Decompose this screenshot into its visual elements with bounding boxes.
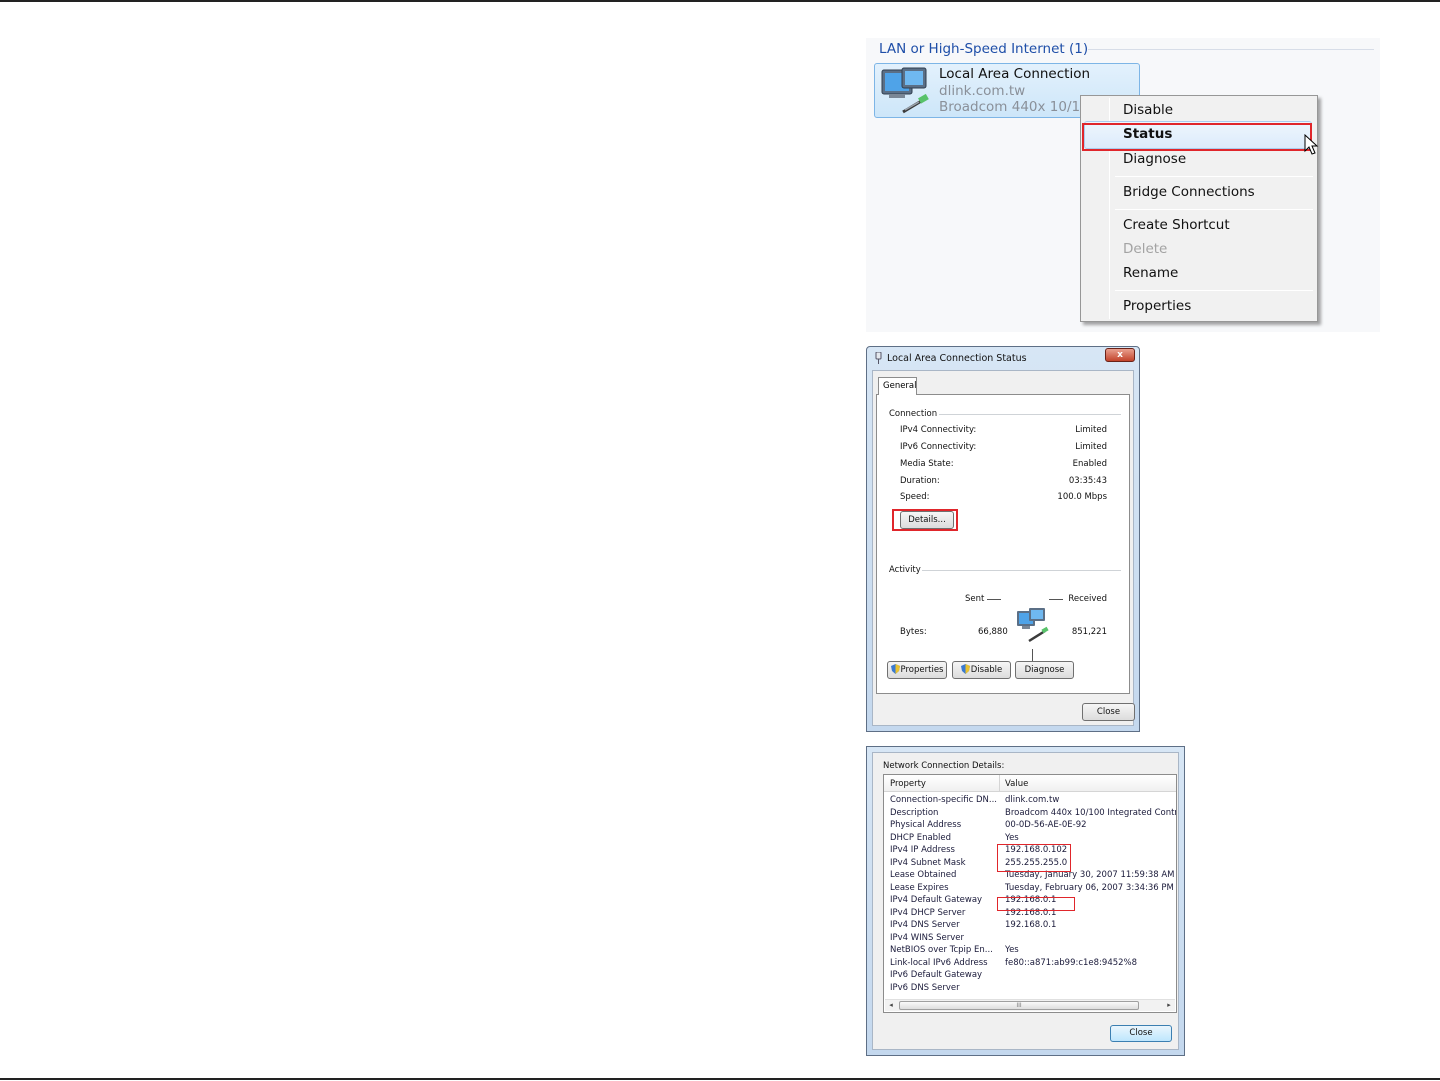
received-label: Received [1068, 594, 1107, 604]
top-rule [0, 0, 1440, 2]
network-connections-panel: LAN or High-Speed Internet (1) Local Are… [866, 38, 1380, 332]
close-icon[interactable]: x [1105, 348, 1135, 362]
connection-adapter: Broadcom 440x 10/100 [939, 99, 1098, 115]
disable-label: Disable [970, 665, 1003, 675]
details-list[interactable]: Property Value Connection-specific DN...… [883, 774, 1177, 1013]
scroll-right-icon[interactable]: ▸ [1163, 1000, 1175, 1011]
menu-item-properties[interactable]: Properties [1123, 298, 1191, 314]
details-heading: Network Connection Details: [883, 761, 1005, 771]
row-property[interactable]: IPv4 Subnet Mask [890, 858, 966, 868]
duration-label: Duration: [900, 476, 940, 486]
mouse-pointer-icon [1304, 134, 1319, 155]
group-title: LAN or High-Speed Internet (1) [879, 41, 1089, 57]
properties-label: Properties [900, 665, 944, 675]
row-value[interactable]: dlink.com.tw [1005, 795, 1059, 805]
speed-value: 100.0 Mbps [1057, 492, 1107, 502]
row-property[interactable]: Link-local IPv6 Address [890, 958, 988, 968]
row-value[interactable]: Yes [1005, 945, 1019, 955]
menu-item-diagnose[interactable]: Diagnose [1123, 151, 1186, 167]
group-divider [1088, 49, 1374, 50]
diagnose-button[interactable]: Diagnose [1015, 661, 1074, 679]
network-plug-icon [875, 352, 882, 364]
ipv6-connectivity-value: Limited [1075, 442, 1107, 452]
row-property[interactable]: Description [890, 808, 938, 818]
shield-icon [890, 664, 900, 674]
close-button[interactable]: Close [1082, 703, 1135, 721]
row-property[interactable]: Lease Expires [890, 883, 949, 893]
network-computer-icon [881, 67, 929, 114]
row-value[interactable]: fe80::a871:ab99:c1e8:9452%8 [1005, 958, 1137, 968]
menu-item-delete: Delete [1123, 241, 1168, 257]
ipv6-connectivity-label: IPv6 Connectivity: [900, 442, 977, 452]
column-header-property[interactable]: Property [890, 779, 926, 789]
row-property[interactable]: Lease Obtained [890, 870, 956, 880]
menu-item-bridge-connections[interactable]: Bridge Connections [1123, 184, 1255, 200]
bottom-rule [0, 1078, 1440, 1080]
media-state-label: Media State: [900, 459, 954, 469]
sent-label: Sent [965, 594, 985, 604]
menu-item-rename[interactable]: Rename [1123, 265, 1178, 281]
menu-separator [1115, 209, 1313, 210]
bytes-label: Bytes: [900, 627, 927, 637]
close-button[interactable]: Close [1110, 1025, 1172, 1042]
received-line [1049, 599, 1063, 600]
row-value[interactable]: Broadcom 440x 10/100 Integrated Contro [1005, 808, 1176, 818]
shield-icon [960, 664, 970, 674]
bytes-received-value: 851,221 [1071, 627, 1107, 637]
activity-section-label: Activity [889, 565, 921, 575]
row-property[interactable]: IPv4 IP Address [890, 845, 955, 855]
scroll-thumb[interactable]: III [899, 1001, 1139, 1010]
connection-name: Local Area Connection [939, 66, 1091, 82]
tab-general[interactable]: General [878, 377, 917, 395]
row-property[interactable]: IPv4 WINS Server [890, 933, 964, 943]
scroll-left-icon[interactable]: ◂ [885, 1000, 897, 1011]
section-divider [922, 570, 1121, 571]
row-property[interactable]: IPv6 DNS Server [890, 983, 960, 993]
row-value[interactable]: 192.168.0.1 [1005, 920, 1056, 930]
gateway-highlight-box [997, 897, 1075, 911]
row-value[interactable]: 00-0D-56-AE-0E-92 [1005, 820, 1087, 830]
row-property[interactable]: Physical Address [890, 820, 961, 830]
network-activity-icon [1017, 608, 1049, 643]
row-property[interactable]: NetBIOS over Tcpip En... [890, 945, 993, 955]
row-property[interactable]: IPv4 DNS Server [890, 920, 960, 930]
menu-separator [1115, 176, 1313, 177]
menu-separator [1115, 290, 1313, 291]
activity-divider [1032, 649, 1033, 661]
details-client-area: Network Connection Details: Property Val… [872, 752, 1179, 1050]
section-divider [939, 414, 1121, 415]
menu-item-disable[interactable]: Disable [1123, 102, 1173, 118]
row-value[interactable]: Tuesday, February 06, 2007 3:34:36 PM [1005, 883, 1174, 893]
row-property[interactable]: DHCP Enabled [890, 833, 951, 843]
speed-label: Speed: [900, 492, 930, 502]
network-connection-details-dialog: Network Connection Details: Property Val… [866, 746, 1185, 1056]
horizontal-scrollbar[interactable]: ◂ III ▸ [885, 999, 1175, 1011]
dialog-client-area: General Connection IPv4 Connectivity: Li… [872, 370, 1135, 726]
ip-subnet-highlight-box [997, 844, 1071, 872]
row-value[interactable]: Yes [1005, 833, 1019, 843]
list-header: Property Value [884, 775, 1176, 792]
duration-value: 03:35:43 [1068, 476, 1107, 486]
menu-item-create-shortcut[interactable]: Create Shortcut [1123, 217, 1230, 233]
disable-button[interactable]: Disable [952, 661, 1011, 679]
row-property[interactable]: IPv4 DHCP Server [890, 908, 965, 918]
column-header-value[interactable]: Value [1005, 779, 1028, 789]
connection-section-label: Connection [889, 409, 938, 419]
media-state-value: Enabled [1072, 459, 1107, 469]
status-dialog: Local Area Connection Status x General C… [866, 346, 1140, 732]
column-divider[interactable] [999, 775, 1000, 792]
tab-panel: Connection IPv4 Connectivity: Limited IP… [876, 394, 1130, 694]
connection-domain: dlink.com.tw [939, 82, 1026, 99]
properties-button[interactable]: Properties [887, 661, 947, 679]
row-property[interactable]: IPv6 Default Gateway [890, 970, 982, 980]
dialog-title: Local Area Connection Status [887, 353, 1027, 364]
sent-line [987, 599, 1001, 600]
status-highlight-box [1082, 123, 1312, 151]
row-property[interactable]: Connection-specific DN... [890, 795, 997, 805]
details-highlight-box [892, 509, 958, 531]
ipv4-connectivity-label: IPv4 Connectivity: [900, 425, 977, 435]
row-property[interactable]: IPv4 Default Gateway [890, 895, 982, 905]
ipv4-connectivity-value: Limited [1075, 425, 1107, 435]
bytes-sent-value: 66,880 [978, 627, 1008, 637]
